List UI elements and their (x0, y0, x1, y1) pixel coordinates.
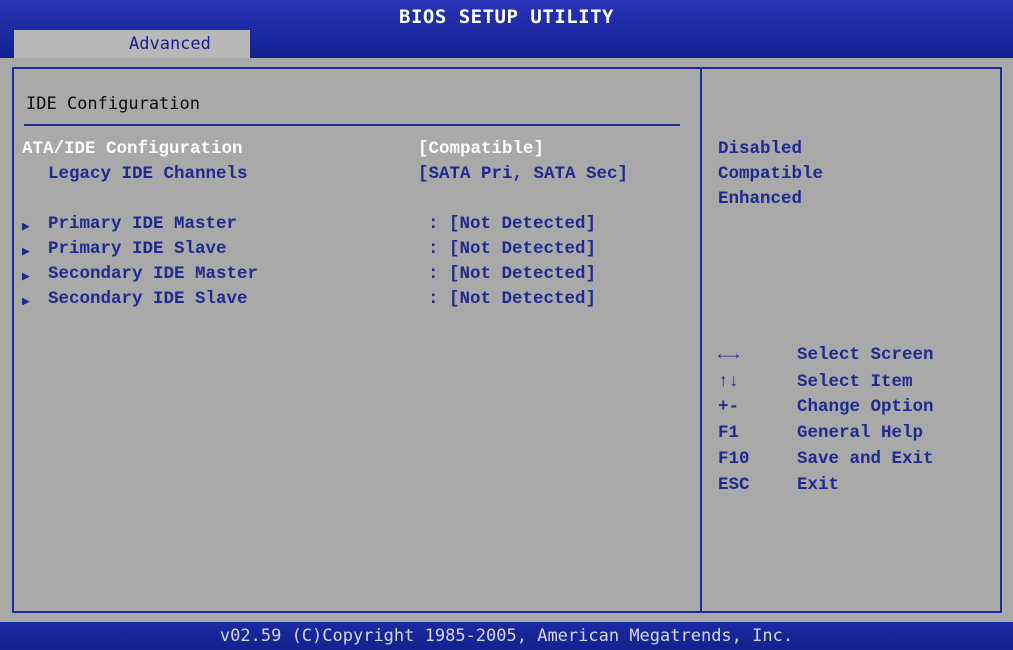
panel-divider (700, 67, 702, 613)
help-key-f10: F10 (718, 449, 750, 469)
submenu-arrow-icon: ▶ (22, 269, 30, 284)
secondary-ide-master-value: : [Not Detected] (428, 264, 597, 284)
option-compatible: Compatible (718, 164, 824, 184)
help-key-up-down: ↑↓ (718, 372, 740, 392)
submenu-secondary-ide-slave[interactable]: Secondary IDE Slave (48, 289, 248, 309)
option-disabled: Disabled (718, 139, 803, 159)
setting-legacy-ide-channels-value[interactable]: [SATA Pri, SATA Sec] (418, 164, 628, 184)
footer-bar: v02.59 (C)Copyright 1985-2005, American … (0, 622, 1013, 650)
help-key-f1: F1 (718, 423, 740, 443)
submenu-primary-ide-master[interactable]: Primary IDE Master (48, 214, 237, 234)
app-title: BIOS SETUP UTILITY (399, 6, 614, 28)
tab-advanced-label: Advanced (129, 34, 211, 54)
submenu-arrow-icon: ▶ (22, 294, 30, 309)
help-key-plus-minus: +- (718, 397, 740, 417)
help-change-option: Change Option (797, 397, 934, 417)
submenu-secondary-ide-master[interactable]: Secondary IDE Master (48, 264, 258, 284)
help-key-esc: ESC (718, 475, 750, 495)
setting-ata-ide-configuration-value[interactable]: [Compatible] (418, 139, 544, 159)
secondary-ide-slave-value: : [Not Detected] (428, 289, 597, 309)
setting-legacy-ide-channels[interactable]: Legacy IDE Channels (48, 164, 248, 184)
primary-ide-slave-value: : [Not Detected] (428, 239, 597, 259)
help-save-and-exit: Save and Exit (797, 449, 934, 469)
help-general-help: General Help (797, 423, 924, 443)
option-enhanced: Enhanced (718, 189, 803, 209)
submenu-arrow-icon: ▶ (22, 219, 30, 234)
copyright-text: v02.59 (C)Copyright 1985-2005, American … (219, 626, 794, 646)
bios-screen: BIOS SETUP UTILITY Advanced IDE Configur… (0, 0, 1013, 650)
help-exit: Exit (797, 475, 840, 495)
setting-ata-ide-configuration[interactable]: ATA/IDE Configuration (22, 139, 243, 159)
section-rule (24, 124, 680, 126)
section-title: IDE Configuration (26, 94, 200, 114)
help-select-screen: Select Screen (797, 345, 934, 365)
tab-advanced[interactable]: Advanced (14, 30, 250, 58)
title-bar: BIOS SETUP UTILITY Advanced (0, 0, 1013, 58)
submenu-primary-ide-slave[interactable]: Primary IDE Slave (48, 239, 227, 259)
help-key-left-right: ←→ (718, 345, 740, 365)
primary-ide-master-value: : [Not Detected] (428, 214, 597, 234)
help-select-item: Select Item (797, 372, 913, 392)
submenu-arrow-icon: ▶ (22, 244, 30, 259)
